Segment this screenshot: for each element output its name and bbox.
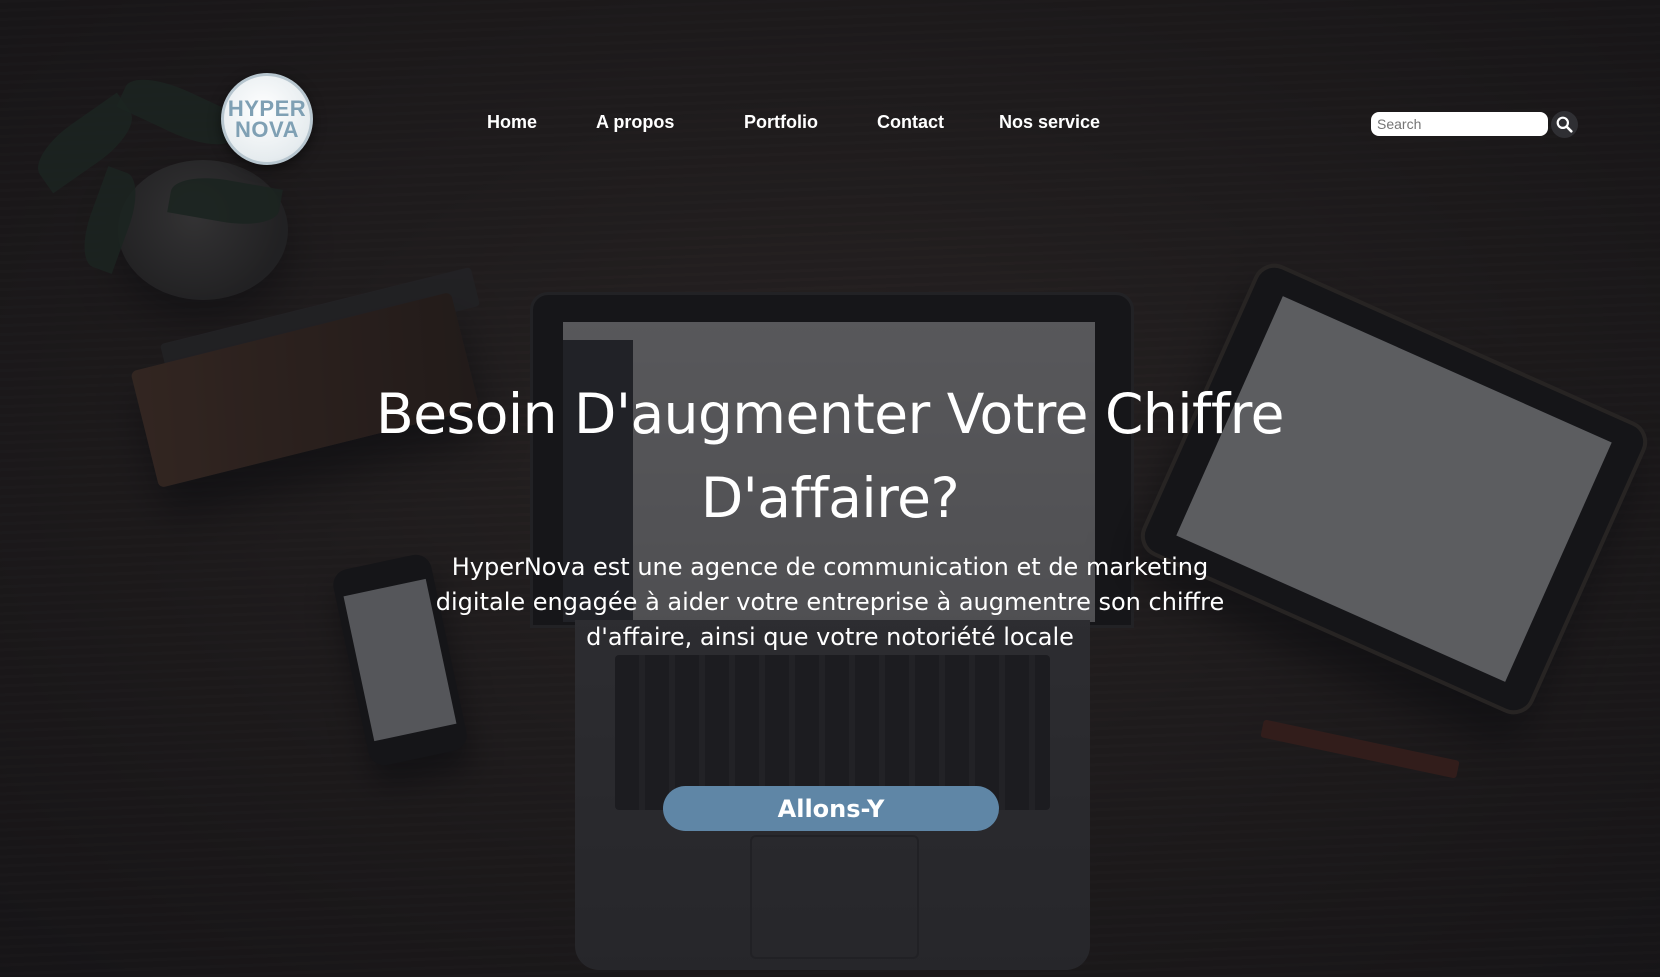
nav-item-a-propos[interactable]: A propos	[596, 112, 674, 133]
hero-description: HyperNova est une agence de communicatio…	[435, 553, 1225, 651]
nav-item-nos-service[interactable]: Nos service	[999, 112, 1100, 133]
search-input[interactable]	[1371, 112, 1548, 136]
hero-title: Besoin D'augmenter Votre Chiffre D'affai…	[375, 382, 1285, 530]
nav-item-portfolio[interactable]: Portfolio	[744, 112, 818, 133]
nav-item-contact[interactable]: Contact	[877, 112, 944, 133]
allons-y-button[interactable]: Allons-Y	[663, 786, 999, 831]
logo-text-line1: HYPER	[227, 96, 307, 121]
logo[interactable]: HYPER NOVA	[221, 73, 313, 165]
search-icon	[1556, 116, 1573, 133]
logo-text-line2: NOVA	[235, 117, 299, 142]
nav-item-home[interactable]: Home	[487, 112, 537, 133]
search-button[interactable]	[1551, 111, 1578, 138]
